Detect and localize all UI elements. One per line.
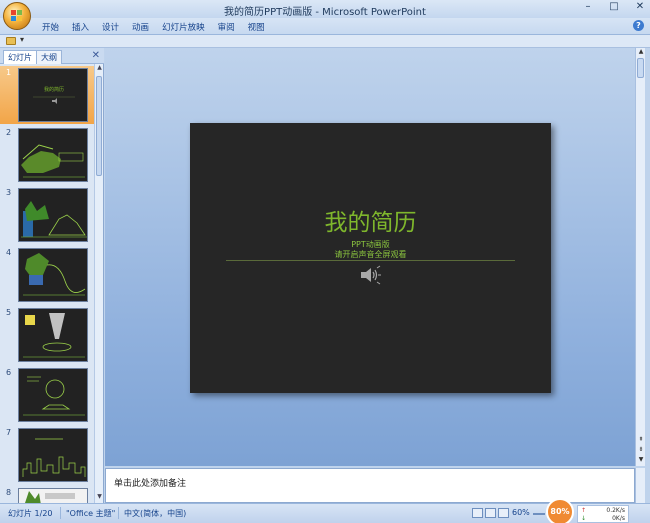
window-title: 我的简历PPT动画版 - Microsoft PowerPoint <box>224 7 426 18</box>
notes-placeholder[interactable]: 单击此处添加备注 <box>114 476 186 489</box>
slide-number: 6 <box>6 368 12 377</box>
panel-tabs: 幻灯片 大纲 ✕ <box>0 48 104 64</box>
slide-thumbnail-4[interactable]: 4 <box>0 246 94 304</box>
tab-animation[interactable]: 动画 <box>129 21 159 33</box>
status-separator <box>60 507 61 519</box>
slide-preview <box>18 368 88 422</box>
zoom-slider[interactable] <box>533 513 545 515</box>
slide-preview <box>18 488 88 503</box>
upload-speed: 0.2K/s <box>606 507 625 514</box>
scroll-down-icon[interactable]: ▼ <box>636 456 646 465</box>
scroll-up-icon[interactable]: ▲ <box>636 48 646 57</box>
tab-outline[interactable]: 大纲 <box>36 50 62 64</box>
slide-thumbnail-8[interactable]: 8 <box>0 486 94 503</box>
zoom-level[interactable]: 60% <box>512 508 530 517</box>
zoom-badge[interactable]: 80% <box>546 498 574 523</box>
tab-review[interactable]: 审阅 <box>215 21 245 33</box>
scroll-down-icon[interactable]: ▼ <box>95 493 104 502</box>
slide-preview <box>18 428 88 482</box>
speaker-icon[interactable] <box>358 265 382 285</box>
maximize-button[interactable]: □ <box>608 1 620 12</box>
slide-preview <box>18 188 88 242</box>
slide-number: 2 <box>6 128 12 137</box>
previous-slide-icon[interactable]: ⇞ <box>636 436 646 445</box>
status-separator <box>118 507 119 519</box>
scrollbar-thumb[interactable] <box>96 76 102 176</box>
slide-editing-area: 我的简历 PPT动画版 请开启声音全屏观看 <box>105 48 635 466</box>
notes-scrollbar[interactable] <box>635 468 645 503</box>
slide-number: 8 <box>6 488 12 497</box>
scrollbar-thumb[interactable] <box>637 58 644 78</box>
slide-counter: 幻灯片 1/20 <box>8 509 53 518</box>
office-logo-icon <box>11 10 23 22</box>
slide-divider-line <box>226 260 515 261</box>
slide-thumbnail-2[interactable]: 2 <box>0 126 94 184</box>
quick-access-toolbar: ▾ <box>0 35 650 48</box>
slide-number: 5 <box>6 308 12 317</box>
ribbon-tab-bar: 开始 插入 设计 动画 幻灯片放映 审阅 视图 ? <box>0 18 650 35</box>
slide-number: 3 <box>6 188 12 197</box>
current-slide[interactable]: 我的简历 PPT动画版 请开启声音全屏观看 <box>190 123 551 393</box>
slide-thumbnail-6[interactable]: 6 <box>0 366 94 424</box>
language-indicator[interactable]: 中文(简体，中国) <box>124 508 186 519</box>
slide-scrollbar[interactable]: ▲ ⇞ ⇟ ▼ <box>635 48 645 466</box>
tab-slides[interactable]: 幻灯片 <box>3 50 37 64</box>
title-bar: 我的简历PPT动画版 - Microsoft PowerPoint – □ ✕ <box>0 0 650 18</box>
theme-name[interactable]: "Office 主题" <box>66 508 115 519</box>
slide-number: 1 <box>6 68 12 77</box>
slide-number: 7 <box>6 428 12 437</box>
slide-thumbnail-1[interactable]: 1 我的简历 <box>0 66 94 124</box>
scroll-up-icon[interactable]: ▲ <box>95 64 104 73</box>
slide-title[interactable]: 我的简历 <box>190 203 551 237</box>
normal-view-icon[interactable] <box>472 508 483 518</box>
slideshow-view-icon[interactable] <box>498 508 509 518</box>
tab-insert[interactable]: 插入 <box>69 21 99 33</box>
window-controls: – □ ✕ <box>582 1 646 12</box>
slide-preview <box>18 308 88 362</box>
slide-thumbnail-list: 1 我的简历 2 3 4 5 6 7 8 <box>0 64 94 503</box>
download-arrow-icon: ↓ <box>581 515 587 522</box>
panel-close-icon[interactable]: ✕ <box>92 50 100 61</box>
slide-preview <box>18 248 88 302</box>
slide-number: 4 <box>6 248 12 257</box>
tab-design[interactable]: 设计 <box>99 21 129 33</box>
slide-thumbnail-3[interactable]: 3 <box>0 186 94 244</box>
upload-arrow-icon: ↑ <box>581 507 587 514</box>
slide-subtitle-hint[interactable]: 请开启声音全屏观看 <box>190 249 551 260</box>
slide-preview: 我的简历 <box>18 68 88 122</box>
network-speed-widget: ↑ 0.2K/s ↓ 0K/s <box>577 505 629 523</box>
thumbnail-scrollbar[interactable]: ▲ ▼ <box>94 64 103 503</box>
tab-slideshow[interactable]: 幻灯片放映 <box>159 21 215 33</box>
close-button[interactable]: ✕ <box>634 1 646 12</box>
slide-preview <box>18 128 88 182</box>
svg-text:我的简历: 我的简历 <box>44 86 64 93</box>
tab-view[interactable]: 视图 <box>245 21 275 33</box>
slide-thumbnail-7[interactable]: 7 <box>0 426 94 484</box>
slide-thumbnail-5[interactable]: 5 <box>0 306 94 364</box>
next-slide-icon[interactable]: ⇟ <box>636 446 646 455</box>
customize-toolbar-arrow-icon[interactable]: ▾ <box>20 35 24 44</box>
slide-sorter-view-icon[interactable] <box>485 508 496 518</box>
office-button[interactable] <box>3 2 31 30</box>
minimize-button[interactable]: – <box>582 1 594 12</box>
download-speed: 0K/s <box>612 515 625 522</box>
slides-panel: 幻灯片 大纲 ✕ 1 我的简历 2 3 4 5 6 7 8 ▲ ▼ <box>0 48 104 503</box>
folder-icon[interactable] <box>6 37 16 45</box>
tab-home[interactable]: 开始 <box>39 21 69 33</box>
help-icon[interactable]: ? <box>633 20 644 31</box>
